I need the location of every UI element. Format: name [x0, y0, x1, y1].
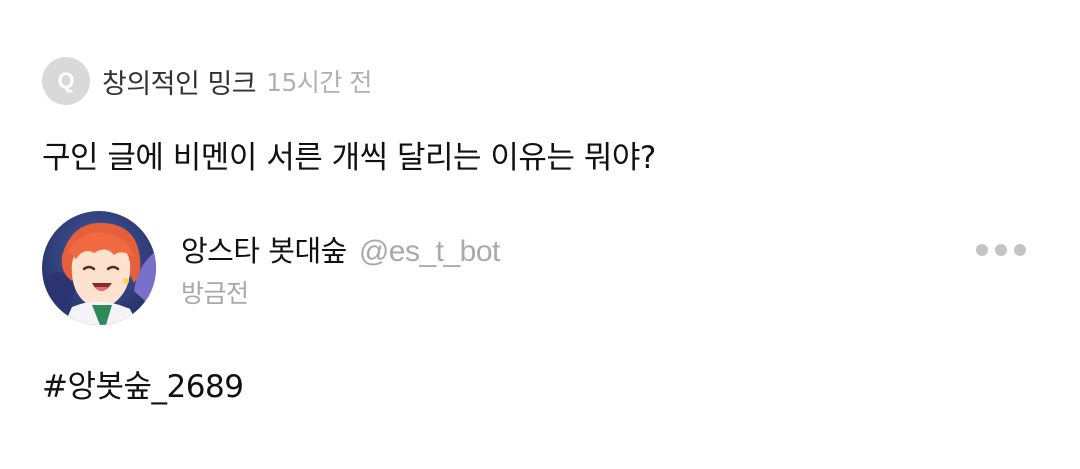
more-dots-icon [995, 244, 1007, 256]
asker-name: 창의적인 밍크 [102, 68, 257, 100]
more-dots-icon [1014, 244, 1026, 256]
asker-avatar-letter: Q [57, 68, 75, 93]
anonymous-asker-avatar: Q [42, 57, 90, 105]
anime-character-avatar-icon [42, 211, 156, 325]
question-header: Q 창의적인 밍크 15시간 전 [42, 57, 372, 105]
answer-text: #앙봇숲_2689 [42, 369, 244, 405]
more-dots-icon [976, 244, 988, 256]
answer-time: 방금전 [181, 279, 249, 308]
answerer-avatar[interactable] [42, 211, 156, 325]
answerer-name[interactable]: 앙스타 봇대숲 [181, 228, 347, 270]
answerer-handle[interactable]: @es_t_bot [359, 235, 501, 269]
question-text: 구인 글에 비멘이 서른 개씩 달리는 이유는 뭐야? [42, 140, 656, 176]
asked-time: 15시간 전 [266, 68, 372, 97]
more-options-button[interactable] [976, 236, 1026, 264]
answerer-line: 앙스타 봇대숲 @es_t_bot [181, 228, 500, 270]
